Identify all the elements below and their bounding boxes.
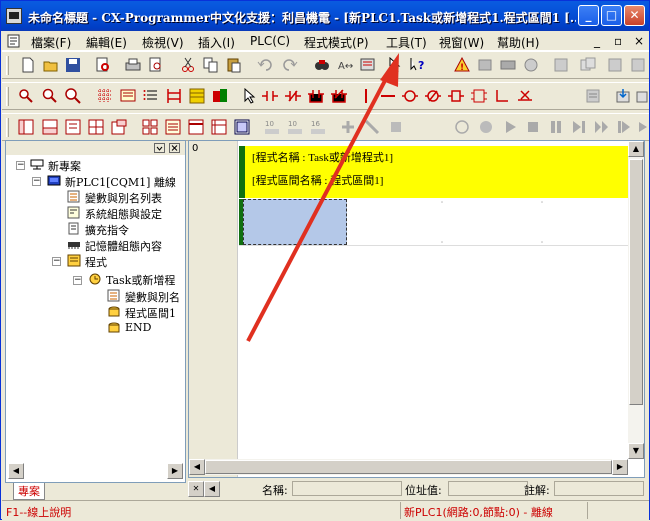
application-window: 未命名標題 - CX-Programmer中文化支援：利昌機電 - [新PLC1… [0,0,650,520]
annotation-arrow [246,53,399,342]
